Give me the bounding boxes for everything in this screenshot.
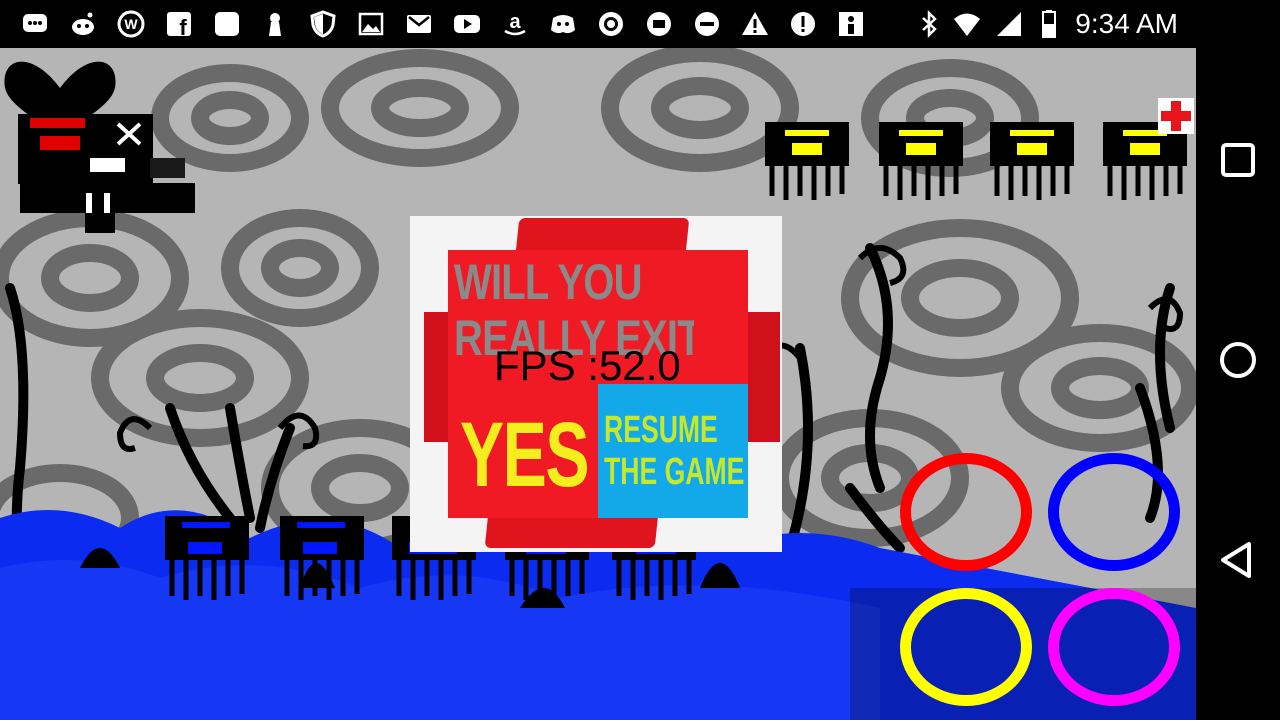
back-button[interactable] xyxy=(1196,518,1280,602)
youtube-icon xyxy=(452,10,482,38)
back-icon xyxy=(1221,542,1251,578)
yellow-action-button[interactable] xyxy=(900,588,1032,706)
status-bar: W f a 9:34 AM xyxy=(0,0,1280,48)
svg-text:a: a xyxy=(509,11,521,33)
recents-icon xyxy=(1221,143,1255,177)
bluetooth-icon xyxy=(914,10,944,38)
wordpress-icon: W xyxy=(116,10,146,38)
status-clock: 9:34 AM xyxy=(1075,8,1178,39)
svg-text:f: f xyxy=(179,15,187,38)
navigation-bar xyxy=(1196,48,1280,720)
resume-label: RESUME THE GAME xyxy=(604,409,745,493)
amazon-icon: a xyxy=(500,10,530,38)
resume-game-button[interactable]: RESUME THE GAME xyxy=(598,384,748,518)
app-icon xyxy=(644,10,674,38)
battery-icon xyxy=(1034,10,1064,38)
fps-counter: FPS :52.0 xyxy=(494,342,681,389)
yes-label: YES xyxy=(459,403,590,506)
wifi-icon xyxy=(952,10,982,38)
minus-circle-icon xyxy=(692,10,722,38)
red-action-button[interactable] xyxy=(900,453,1032,571)
gmail-icon xyxy=(404,10,434,38)
home-button[interactable] xyxy=(1196,318,1280,402)
alert-icon xyxy=(788,10,818,38)
reddit-icon xyxy=(68,10,98,38)
app-icon xyxy=(212,10,242,38)
facebook-icon: f xyxy=(164,10,194,38)
camera-icon xyxy=(596,10,626,38)
blue-action-button[interactable] xyxy=(1048,453,1180,571)
keyhole-icon xyxy=(260,10,290,38)
shield-icon xyxy=(308,10,338,38)
discord-icon xyxy=(548,10,578,38)
magenta-action-button[interactable] xyxy=(1048,588,1180,706)
svg-text:W: W xyxy=(124,16,138,32)
warning-icon xyxy=(740,10,770,38)
signal-icon xyxy=(994,10,1024,38)
app-icon xyxy=(836,10,866,38)
home-icon xyxy=(1220,342,1256,378)
exit-dialog: WILL YOU REALLY EXIT YES RESUME THE GAME… xyxy=(410,216,782,552)
messages-icon xyxy=(20,10,50,38)
game-canvas[interactable]: WILL YOU REALLY EXIT YES RESUME THE GAME… xyxy=(0,48,1196,720)
image-icon xyxy=(356,10,386,38)
medkit-icon[interactable] xyxy=(1158,98,1194,134)
yes-exit-button[interactable]: YES xyxy=(450,394,598,516)
recents-button[interactable] xyxy=(1196,118,1280,202)
exit-question-line1: WILL YOU xyxy=(454,254,642,310)
